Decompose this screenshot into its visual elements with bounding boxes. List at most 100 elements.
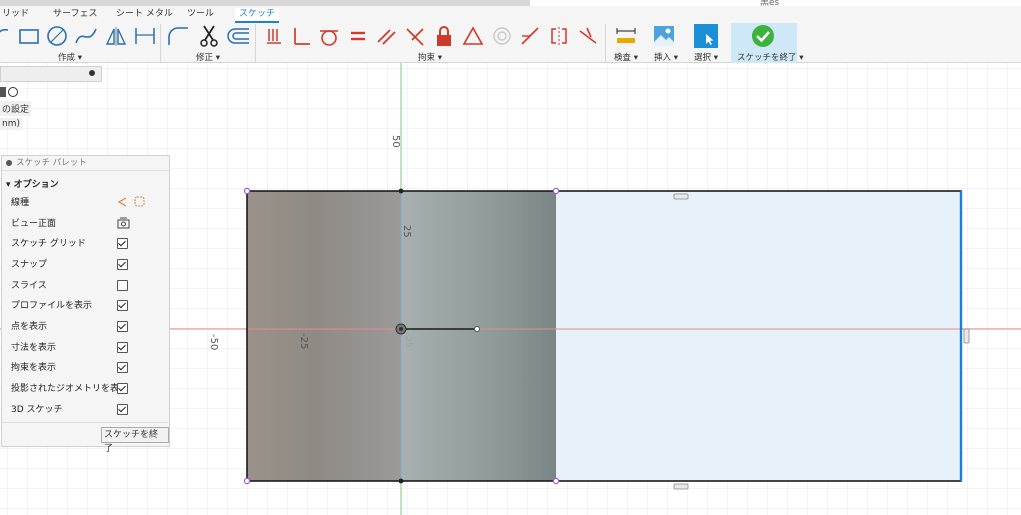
tangent-constraint-icon[interactable] <box>317 23 341 49</box>
circle-tool-icon[interactable] <box>45 23 69 49</box>
show-constraints-checkbox[interactable] <box>117 362 128 373</box>
sketch-point[interactable] <box>243 477 251 485</box>
axis-label-minus25: -25 <box>298 333 309 350</box>
collapse-icon[interactable] <box>89 70 95 76</box>
group-modify-label[interactable]: 修正 ▾ <box>196 51 220 63</box>
palette-row-constraints: 拘束を表示 <box>11 359 166 377</box>
vertical-constraint-icon[interactable] <box>963 328 970 344</box>
axis-label-left: -50 <box>208 334 219 351</box>
group-select-label[interactable]: 選択 ▾ <box>694 51 718 63</box>
palette-row-label: プロファイルを表示 <box>11 301 93 311</box>
separator <box>605 24 606 64</box>
select-cursor-icon[interactable] <box>694 23 718 49</box>
trim-scissors-icon[interactable] <box>197 23 221 49</box>
axis-label-mid: 25 <box>401 225 412 238</box>
browser-row-settings[interactable]: の設定 <box>0 101 32 116</box>
perpendicular-constraint-icon[interactable] <box>289 23 313 49</box>
horizontal-vertical-constraint-icon[interactable] <box>262 23 286 49</box>
separator <box>160 24 161 64</box>
spline-tool-icon[interactable] <box>74 23 98 49</box>
tab-surface[interactable]: サーフェス <box>53 8 97 21</box>
browser-panel: の設定 nm) <box>0 66 102 136</box>
separator <box>255 24 256 64</box>
palette-row-label: スライス <box>11 281 47 291</box>
palette-row-slice: スライス <box>11 277 166 295</box>
palette-row-label: 拘束を表示 <box>11 363 57 373</box>
mirror-tool-icon[interactable] <box>104 23 128 49</box>
midpoint-constraint-icon[interactable] <box>518 23 542 49</box>
palette-row-label: 3D スケッチ <box>11 405 63 415</box>
group-inspect-label[interactable]: 検査 ▾ <box>614 51 638 63</box>
dimension-tool-icon[interactable] <box>133 23 157 49</box>
finish-sketch-label[interactable]: スケッチを終了 ▾ <box>737 51 803 63</box>
equal-constraint-icon[interactable] <box>346 23 370 49</box>
rectangle-tool-icon[interactable] <box>17 23 41 49</box>
axis-label-top: 50 <box>390 135 401 148</box>
visibility-icon[interactable] <box>8 87 18 97</box>
group-create-label[interactable]: 作成 ▾ <box>58 51 82 63</box>
palette-row-linetype: 線種 <box>11 194 166 212</box>
shaded-body-left <box>247 191 401 481</box>
fillet-tool-icon[interactable] <box>166 23 190 49</box>
browser-row-icons[interactable] <box>0 86 22 100</box>
curvature-constraint-icon[interactable] <box>576 23 600 49</box>
3d-sketch-checkbox[interactable] <box>117 404 128 415</box>
palette-options-section[interactable]: ▾ オプション <box>2 171 169 190</box>
palette-row-snap: スナップ <box>11 256 166 274</box>
palette-row-label: スケッチ グリッド <box>11 239 86 249</box>
symmetry-constraint-icon[interactable] <box>547 23 571 49</box>
tab-sketch[interactable]: スケッチ <box>235 8 280 23</box>
palette-row-look-at: ビュー正面 <box>11 215 166 233</box>
sketch-point[interactable] <box>552 187 560 195</box>
origin-center <box>399 327 403 331</box>
sketch-point[interactable] <box>398 478 404 484</box>
measure-ruler-icon[interactable] <box>614 23 638 49</box>
palette-header[interactable]: スケッチ パレット <box>2 156 169 171</box>
parallel-constraint-icon[interactable] <box>374 23 398 49</box>
shaded-body-right <box>401 191 556 481</box>
palette-row-label: 寸法を表示 <box>11 343 57 353</box>
horizontal-constraint-icon[interactable] <box>673 193 689 200</box>
palette-row-label: 投影されたジオメトリを表示 <box>11 384 129 394</box>
browser-row-units[interactable]: nm) <box>0 118 22 130</box>
browser-node-icon <box>0 87 6 97</box>
triangle-constraint-icon[interactable] <box>461 23 485 49</box>
snap-checkbox[interactable] <box>117 259 128 270</box>
concentric-constraint-icon[interactable] <box>490 23 514 49</box>
fix-lock-icon[interactable] <box>432 23 456 49</box>
browser-bar <box>0 66 102 82</box>
tab-sheet-metal[interactable]: シート メタル <box>116 8 173 21</box>
palette-title: スケッチ パレット <box>16 158 87 168</box>
finish-sketch-check-icon[interactable] <box>751 23 775 49</box>
show-dimensions-checkbox[interactable] <box>117 342 128 353</box>
palette-row-grid: スケッチ グリッド <box>11 235 166 253</box>
ribbon-toolbar: リッド サーフェス シート メタル ツール スケッチ 作成 ▾ 修正 ▾ 拘束 … <box>0 6 1021 66</box>
sketch-point[interactable] <box>398 188 404 194</box>
sketch-grid-checkbox[interactable] <box>117 238 128 249</box>
tab-tools[interactable]: ツール <box>187 8 214 21</box>
linetype-construction-icon[interactable] <box>117 196 147 215</box>
palette-finish-sketch-button[interactable]: スケッチを終了 <box>101 427 169 454</box>
slice-checkbox[interactable] <box>117 280 128 291</box>
palette-row-label: 点を表示 <box>11 322 48 332</box>
palette-row-label: ビュー正面 <box>11 219 57 229</box>
offset-tool-icon[interactable] <box>225 23 249 49</box>
sketch-point[interactable] <box>243 187 251 195</box>
insert-image-icon[interactable] <box>652 23 676 49</box>
palette-collapse-icon[interactable] <box>6 160 12 166</box>
arc-tool-icon[interactable] <box>0 23 16 49</box>
show-profile-checkbox[interactable] <box>117 300 128 311</box>
group-constraints-label[interactable]: 拘束 ▾ <box>418 51 442 63</box>
sketch-point[interactable] <box>552 477 560 485</box>
perpendicular-x-constraint-icon[interactable] <box>403 23 427 49</box>
show-projected-geometry-checkbox[interactable] <box>117 383 128 394</box>
group-insert-label[interactable]: 挿入 ▾ <box>654 51 678 63</box>
palette-divider <box>2 422 168 423</box>
tab-solid[interactable]: リッド <box>2 8 29 21</box>
look-at-icon[interactable] <box>117 217 131 236</box>
sketch-palette: スケッチ パレット ▾ オプション 線種 ビュー正面 スケッチ グリッド スナッ… <box>1 155 170 454</box>
sketch-point[interactable] <box>473 325 481 333</box>
palette-row-profile: プロファイルを表示 <box>11 297 166 315</box>
horizontal-constraint-icon[interactable] <box>673 483 689 490</box>
show-points-checkbox[interactable] <box>117 321 128 332</box>
